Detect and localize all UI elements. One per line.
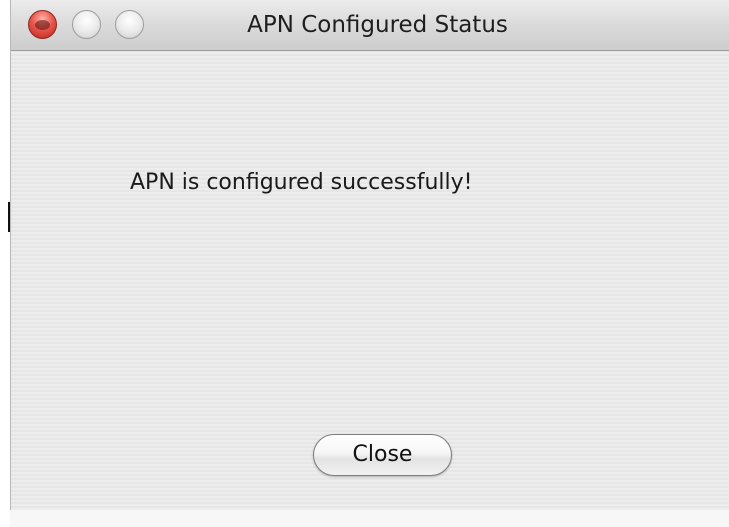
dialog-window: APN Configured Status APN is configured … — [10, 0, 729, 510]
bottom-edge — [10, 510, 729, 527]
status-message: APN is configured successfully! — [130, 170, 473, 195]
window-title: APN Configured Status — [247, 12, 508, 38]
close-button[interactable]: Close — [313, 434, 452, 476]
title-bar[interactable]: APN Configured Status — [11, 0, 729, 51]
